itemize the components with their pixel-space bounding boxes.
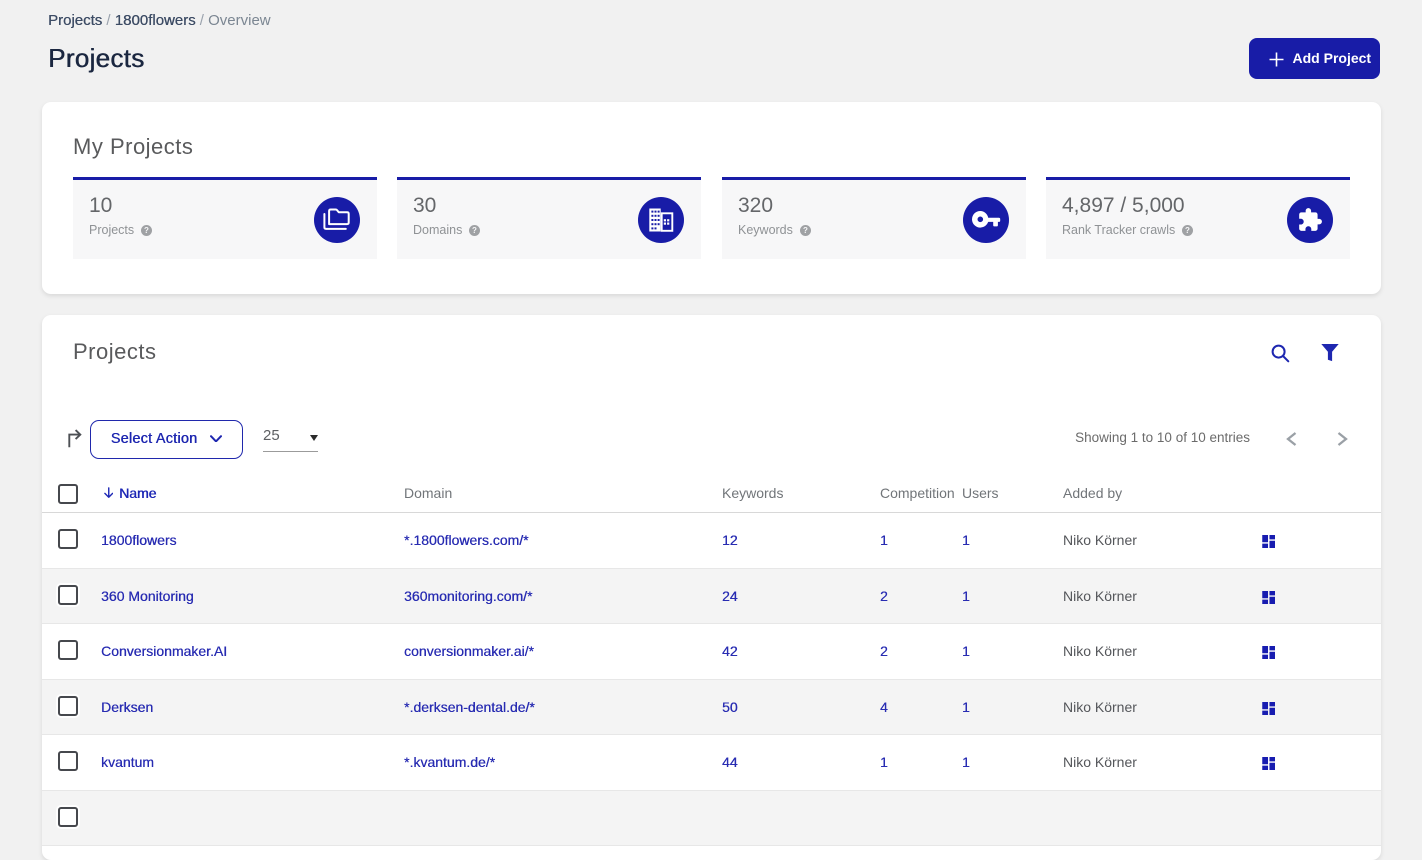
svg-text:?: ? (803, 226, 808, 235)
svg-text:?: ? (1185, 226, 1190, 235)
svg-text:?: ? (472, 226, 477, 235)
svg-text:?: ? (144, 226, 149, 235)
